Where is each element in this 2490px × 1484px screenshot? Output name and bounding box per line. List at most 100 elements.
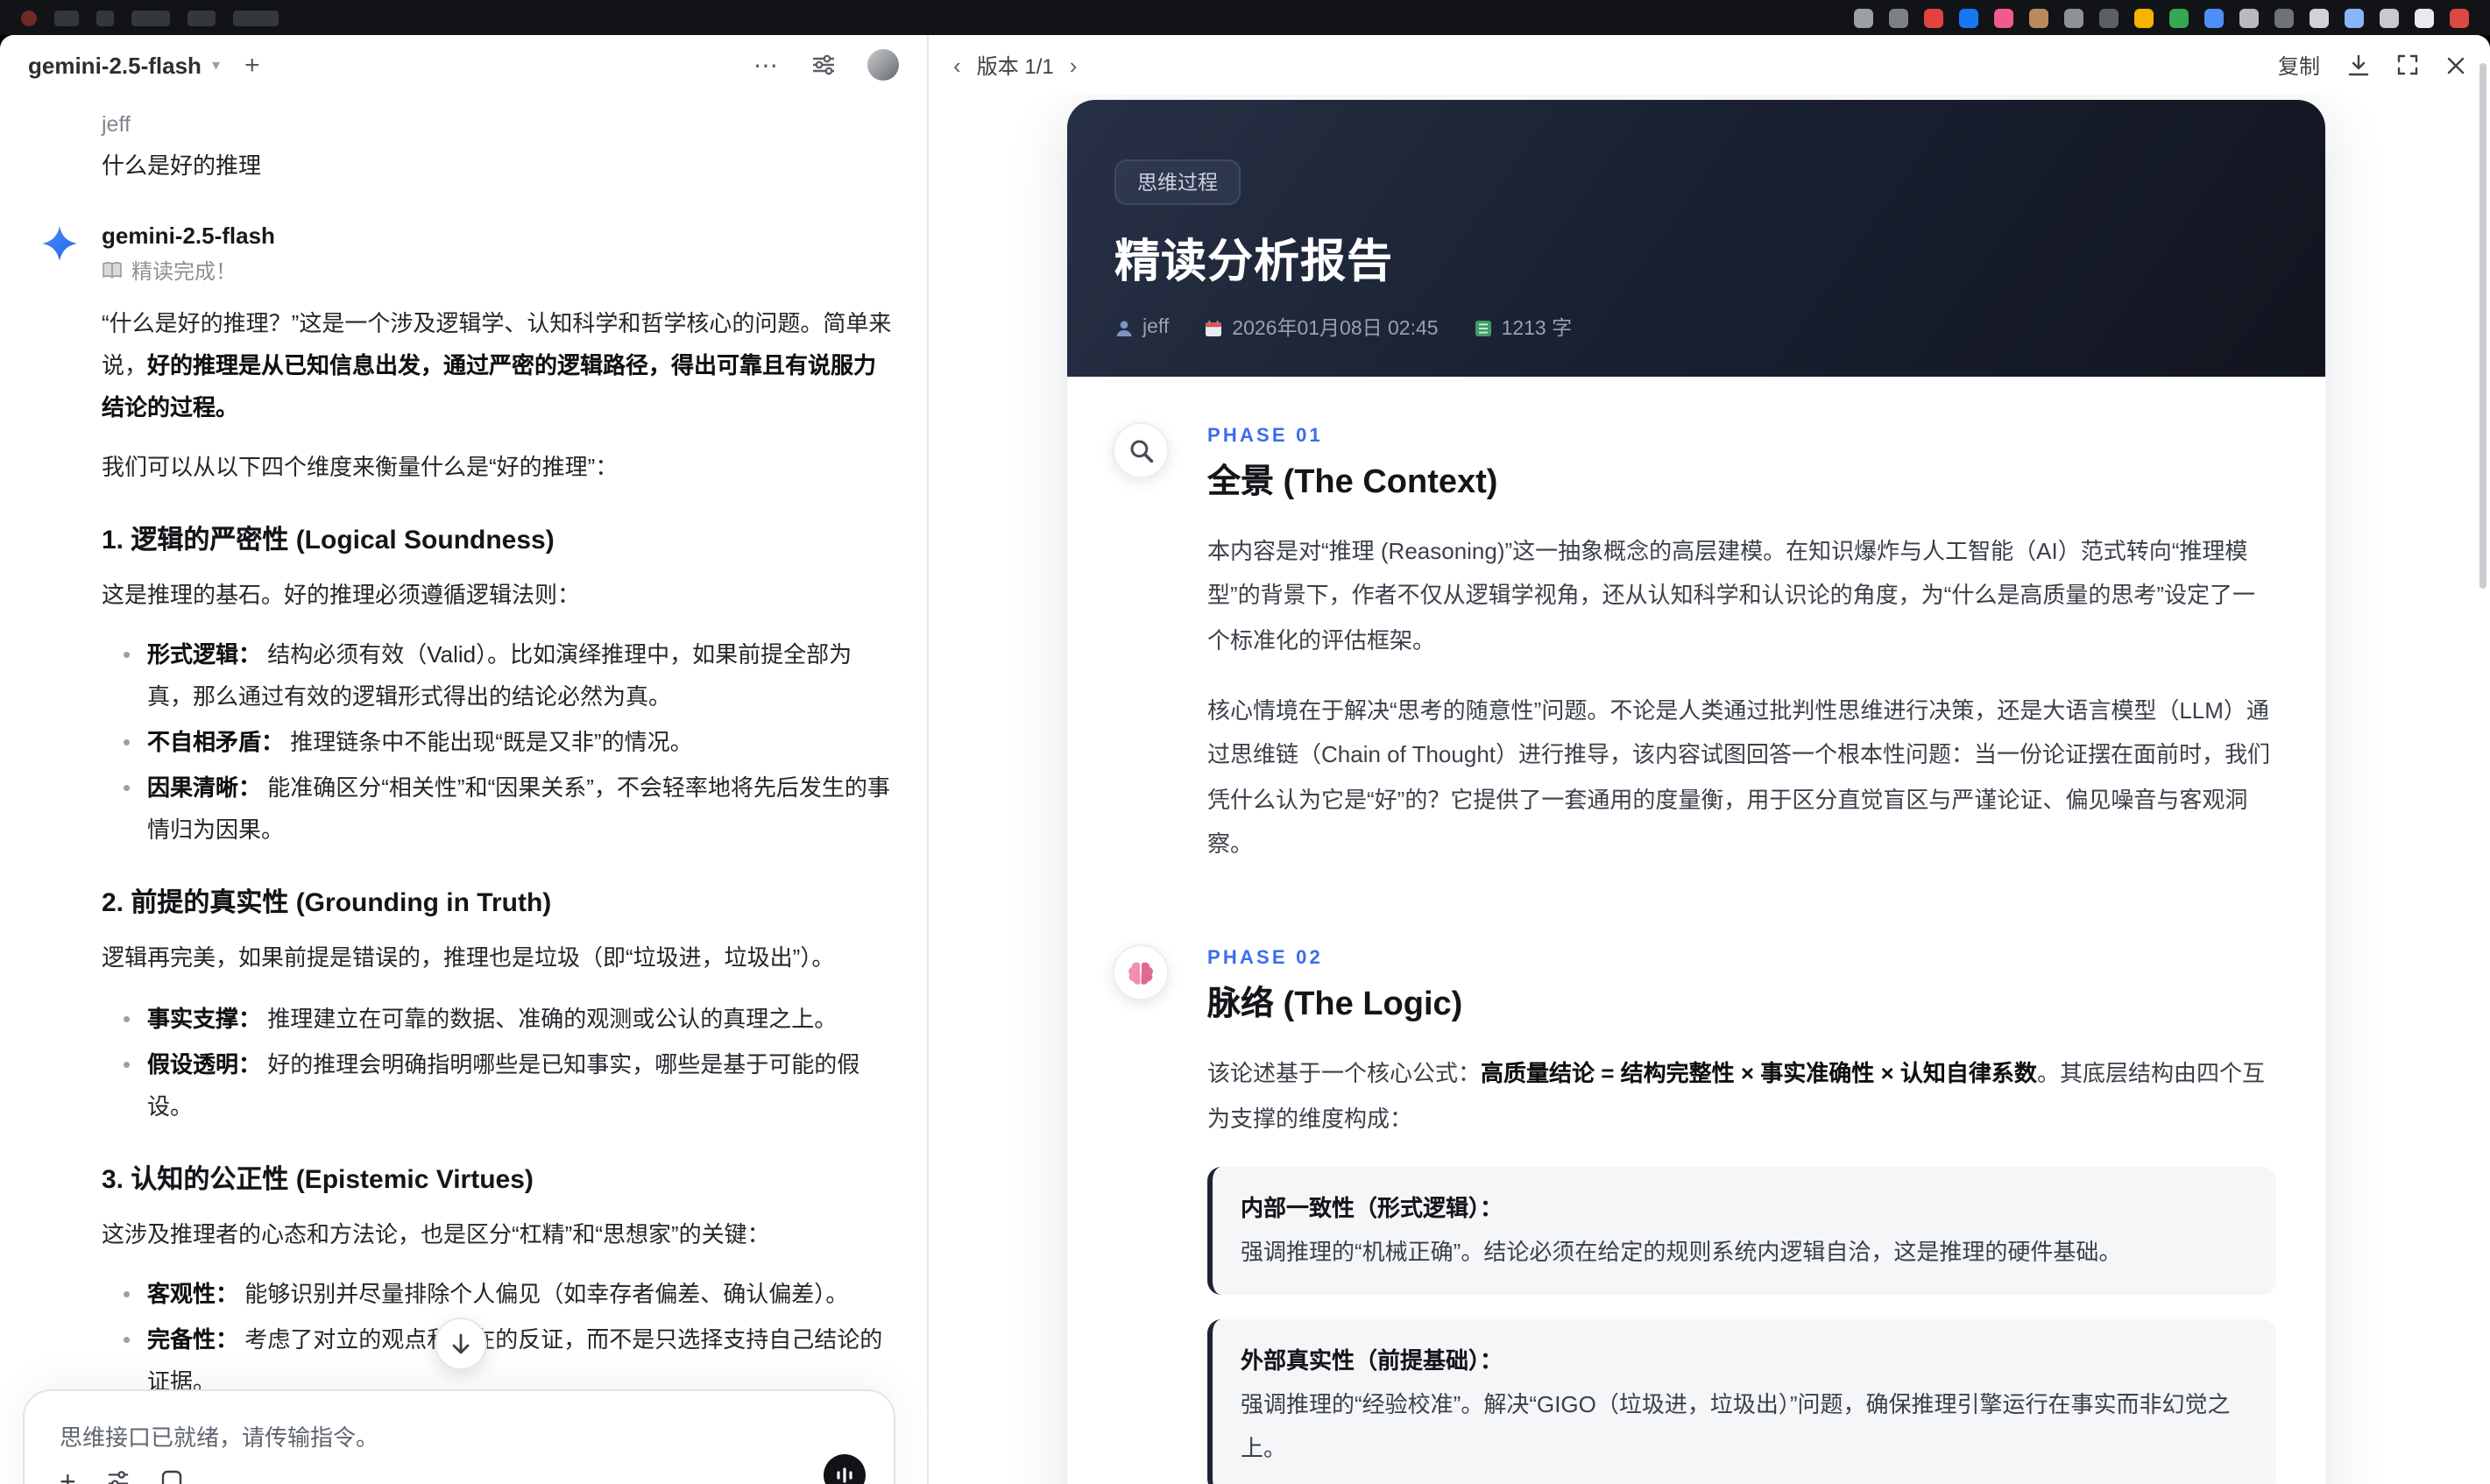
app-window: gemini-2.5-flash ▾ + ⋯ jeff 什么是好的推理 gemi… xyxy=(0,35,2490,1484)
artifact-actions: 复制 xyxy=(2278,50,2465,80)
menubar-status-icon[interactable] xyxy=(2169,8,2189,27)
bold-text: 事实支撑： xyxy=(147,1005,262,1032)
copy-button[interactable]: 复制 xyxy=(2278,50,2320,80)
menubar-status-icon[interactable] xyxy=(2380,8,2399,27)
phase-tag: PHASE 01 xyxy=(1207,426,1323,447)
sliders-icon xyxy=(109,1471,129,1484)
composer-placeholder: 思维接口已就绪，请传输指令。 xyxy=(60,1424,379,1451)
phase-section: PHASE 01 全景 (The Context) 本内容是对“推理 (Reason… xyxy=(1067,377,2325,900)
scroll-to-bottom-button[interactable] xyxy=(435,1318,487,1370)
message-paragraph: 逻辑再完美，如果前提是错误的，推理也是垃圾（即“垃圾进，垃圾出”）。 xyxy=(102,938,892,980)
bullet-icon: • xyxy=(123,774,131,802)
model-selector[interactable]: gemini-2.5-flash ▾ xyxy=(28,52,220,78)
menubar-status-icon[interactable] xyxy=(2064,8,2083,27)
list-item-text: 假设透明： 好的推理会明确指明哪些是已知事实，哪些是基于可能的假设。 xyxy=(147,1043,892,1127)
menubar-status-icon[interactable] xyxy=(2274,8,2294,27)
list-item-text: 事实支撑： 推理建立在可靠的数据、准确的观测或公认的真理之上。 xyxy=(147,998,837,1040)
chat-panel: gemini-2.5-flash ▾ + ⋯ jeff 什么是好的推理 gemi… xyxy=(0,35,929,1484)
menubar-menu-item[interactable] xyxy=(96,10,114,25)
gemini-star-icon xyxy=(42,226,77,261)
card-body: 强调推理的“机械正确”。结论必须在给定的规则系统内逻辑自洽，这是推理的硬件基础。 xyxy=(1241,1238,2122,1265)
message-heading: 3. 认知的公正性 (Epistemic Virtues) xyxy=(102,1164,534,1195)
menubar-status-icon[interactable] xyxy=(2204,8,2224,27)
phase-paragraph: 核心情境在于解决“思考的随意性”问题。不论是人类通过批判性思维进行决策，还是大语… xyxy=(1207,689,2276,866)
card-title: 内部一致性（形式逻辑）： xyxy=(1241,1195,1503,1222)
bold-text: 不自相矛盾： xyxy=(147,729,285,756)
report-title: 精读分析报告 xyxy=(1114,235,1394,287)
add-attachment-button[interactable]: + xyxy=(60,1469,76,1484)
phase-paragraph: 该论述基于一个核心公式：高质量结论 = 结构完整性 × 事实准确性 × 认知自律… xyxy=(1207,1052,2276,1141)
new-chat-button[interactable]: + xyxy=(244,52,260,78)
tune-settings-button[interactable] xyxy=(811,53,836,77)
menubar-menu-item[interactable] xyxy=(131,10,170,25)
menubar-status-icon[interactable] xyxy=(2239,8,2259,27)
report-badge: 思维过程 xyxy=(1114,159,1241,205)
version-navigator: ‹ 版本 1/1 › xyxy=(953,50,1077,80)
text: 这涉及推理者的心态和方法论，也是区分“杠精”和“思想家”的关键： xyxy=(102,1220,770,1247)
menubar-status-icon[interactable] xyxy=(1994,8,2013,27)
close-button[interactable] xyxy=(2446,55,2465,74)
status-text: 精读完成！ xyxy=(131,259,237,284)
bold-text: 形式逻辑： xyxy=(147,641,262,668)
card-title: 外部真实性（前提基础）： xyxy=(1241,1347,1503,1374)
menubar-status-icon[interactable] xyxy=(2310,8,2329,27)
menu-bar-left xyxy=(21,10,279,25)
chat-composer[interactable]: 思维接口已就绪，请传输指令。 + xyxy=(23,1389,895,1484)
menubar-status-icon[interactable] xyxy=(1889,8,1908,27)
menubar-menu-item[interactable] xyxy=(54,10,79,25)
bullet-icon: • xyxy=(123,1050,131,1078)
bullet-icon: • xyxy=(123,729,131,756)
composer-settings-button[interactable] xyxy=(108,1468,131,1484)
menubar-status-icon[interactable] xyxy=(2029,8,2048,27)
bold-text: 好的推理是从已知信息出发，通过严密的逻辑路径，得出可靠且有说服力结论的过程。 xyxy=(102,352,877,421)
version-next-button[interactable]: › xyxy=(1070,53,1078,76)
composer-panel-button[interactable] xyxy=(162,1468,183,1484)
bold-text: 假设透明： xyxy=(147,1050,262,1078)
message-author: gemini-2.5-flash xyxy=(102,223,275,249)
menubar-status-icon[interactable] xyxy=(1854,8,1873,27)
menubar-status-icon[interactable] xyxy=(2415,8,2434,27)
message-list-item: • 事实支撑： 推理建立在可靠的数据、准确的观测或公认的真理之上。 xyxy=(102,998,892,1040)
version-prev-button[interactable]: ‹ xyxy=(953,53,961,76)
message-paragraph: “什么是好的推理？”这是一个涉及逻辑学、认知科学和哲学核心的问题。简单来说，好的… xyxy=(102,303,892,429)
text: 本内容是对“推理 (Reasoning)”这一抽象概念的高层建模。在知识爆炸与人… xyxy=(1207,538,2255,654)
bullet-icon: • xyxy=(123,641,131,668)
report-body: PHASE 01 全景 (The Context) 本内容是对“推理 (Reason… xyxy=(1067,377,2325,1484)
bold-text: 客观性： xyxy=(147,1280,239,1307)
menubar-app-icon[interactable] xyxy=(21,10,37,25)
download-icon xyxy=(2348,53,2369,75)
text: 推理建立在可靠的数据、准确的观测或公认的真理之上。 xyxy=(261,1005,838,1032)
expand-button[interactable] xyxy=(2397,54,2418,75)
menubar-menu-item[interactable] xyxy=(233,10,279,25)
bullet-icon: • xyxy=(123,1005,131,1032)
scrollbar-thumb[interactable] xyxy=(2479,63,2486,589)
chat-header: gemini-2.5-flash ▾ + ⋯ xyxy=(0,35,927,95)
arrow-down-icon xyxy=(452,1332,470,1353)
menubar-status-icon[interactable] xyxy=(1959,8,1978,27)
menubar-status-icon[interactable] xyxy=(2345,8,2364,27)
version-label: 版本 1/1 xyxy=(976,53,1054,78)
user-message: jeff 什么是好的推理 xyxy=(42,112,892,180)
more-options-button[interactable]: ⋯ xyxy=(753,50,780,80)
user-avatar[interactable] xyxy=(867,49,899,81)
phase-paragraph: 本内容是对“推理 (Reasoning)”这一抽象概念的高层建模。在知识爆炸与人… xyxy=(1207,529,2276,662)
menubar-status-icon[interactable] xyxy=(1924,8,1943,27)
menubar-status-icon[interactable] xyxy=(2099,8,2119,27)
waveform-icon xyxy=(837,1467,852,1483)
card-body: 强调推理的“经验校准”。解决“GIGO（垃圾进，垃圾出）”问题，确保推理引擎运行… xyxy=(1241,1391,2231,1461)
counter-icon xyxy=(1475,320,1491,336)
sliders-icon xyxy=(813,54,834,75)
bold-text: 高质量结论 = 结构完整性 × 事实准确性 × 认知自律系数 xyxy=(1481,1060,2037,1087)
text: 逻辑再完美，如果前提是错误的，推理也是垃圾（即“垃圾进，垃圾出”）。 xyxy=(102,944,835,972)
menubar-menu-item[interactable] xyxy=(187,10,216,25)
artifact-scroll-area[interactable]: 思维过程 精读分析报告 jeff 2026年01月08日 02:45 1213 … xyxy=(929,95,2490,1484)
phase-title: 全景 (The Context) xyxy=(1207,464,1498,501)
menubar-status-icon[interactable] xyxy=(2450,8,2469,27)
book-icon xyxy=(103,262,122,279)
voice-input-button[interactable] xyxy=(824,1454,866,1484)
text: 推理链条中不能出现“既是又非”的情况。 xyxy=(284,729,693,756)
artifact-toolbar: ‹ 版本 1/1 › 复制 xyxy=(929,35,2490,95)
menubar-status-icon[interactable] xyxy=(2134,8,2154,27)
chat-message-list[interactable]: jeff 什么是好的推理 gemini-2.5-flash 精读完成！ “什么是… xyxy=(0,95,927,1484)
download-button[interactable] xyxy=(2348,53,2369,76)
